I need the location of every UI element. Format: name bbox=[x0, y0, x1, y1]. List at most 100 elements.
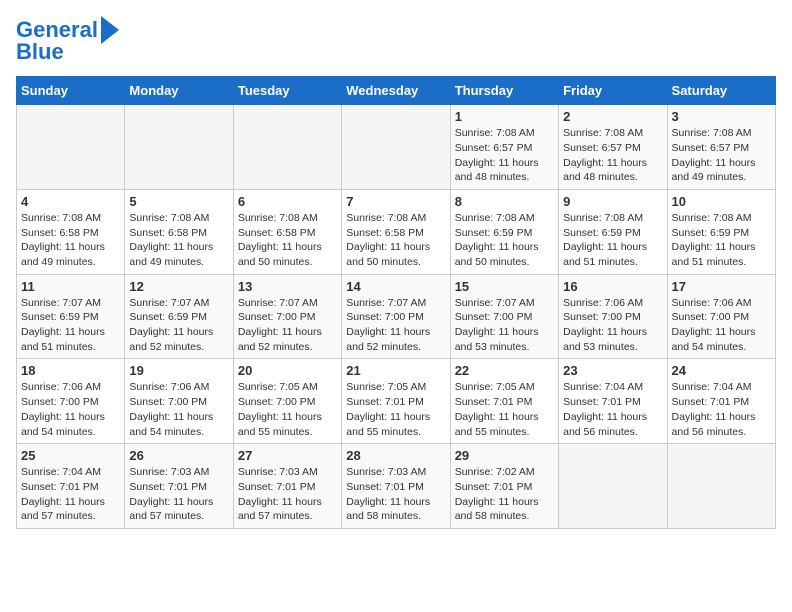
logo-blue-text: Blue bbox=[16, 40, 64, 64]
day-number: 27 bbox=[238, 448, 337, 463]
day-number: 24 bbox=[672, 363, 771, 378]
weekday-header-saturday: Saturday bbox=[667, 77, 775, 105]
day-info: Sunrise: 7:06 AMSunset: 7:00 PMDaylight:… bbox=[21, 380, 120, 439]
calendar-table: SundayMondayTuesdayWednesdayThursdayFrid… bbox=[16, 76, 776, 529]
day-number: 13 bbox=[238, 279, 337, 294]
day-number: 11 bbox=[21, 279, 120, 294]
weekday-header-monday: Monday bbox=[125, 77, 233, 105]
calendar-day-25: 25 Sunrise: 7:04 AMSunset: 7:01 PMDayligh… bbox=[17, 444, 125, 529]
calendar-day-23: 23 Sunrise: 7:04 AMSunset: 7:01 PMDayligh… bbox=[559, 359, 667, 444]
page-header: General Blue bbox=[16, 16, 776, 64]
calendar-day-21: 21 Sunrise: 7:05 AMSunset: 7:01 PMDayligh… bbox=[342, 359, 450, 444]
day-info: Sunrise: 7:04 AMSunset: 7:01 PMDaylight:… bbox=[563, 380, 662, 439]
weekday-header-sunday: Sunday bbox=[17, 77, 125, 105]
day-info: Sunrise: 7:08 AMSunset: 6:58 PMDaylight:… bbox=[346, 211, 445, 270]
day-info: Sunrise: 7:08 AMSunset: 6:58 PMDaylight:… bbox=[238, 211, 337, 270]
day-info: Sunrise: 7:02 AMSunset: 7:01 PMDaylight:… bbox=[455, 465, 554, 524]
weekday-header-tuesday: Tuesday bbox=[233, 77, 341, 105]
logo-arrow-icon bbox=[101, 16, 119, 44]
calendar-week-row: 11 Sunrise: 7:07 AMSunset: 6:59 PMDayligh… bbox=[17, 274, 776, 359]
calendar-week-row: 25 Sunrise: 7:04 AMSunset: 7:01 PMDayligh… bbox=[17, 444, 776, 529]
weekday-header-wednesday: Wednesday bbox=[342, 77, 450, 105]
day-number: 26 bbox=[129, 448, 228, 463]
day-number: 19 bbox=[129, 363, 228, 378]
calendar-day-28: 28 Sunrise: 7:03 AMSunset: 7:01 PMDayligh… bbox=[342, 444, 450, 529]
day-number: 20 bbox=[238, 363, 337, 378]
day-number: 17 bbox=[672, 279, 771, 294]
calendar-week-row: 1 Sunrise: 7:08 AMSunset: 6:57 PMDaylight… bbox=[17, 105, 776, 190]
day-info: Sunrise: 7:05 AMSunset: 7:00 PMDaylight:… bbox=[238, 380, 337, 439]
day-info: Sunrise: 7:03 AMSunset: 7:01 PMDaylight:… bbox=[346, 465, 445, 524]
day-info: Sunrise: 7:06 AMSunset: 7:00 PMDaylight:… bbox=[563, 296, 662, 355]
calendar-header-row: SundayMondayTuesdayWednesdayThursdayFrid… bbox=[17, 77, 776, 105]
day-number: 23 bbox=[563, 363, 662, 378]
day-number: 5 bbox=[129, 194, 228, 209]
calendar-day-8: 8 Sunrise: 7:08 AMSunset: 6:59 PMDaylight… bbox=[450, 189, 558, 274]
logo: General Blue bbox=[16, 16, 119, 64]
day-info: Sunrise: 7:08 AMSunset: 6:57 PMDaylight:… bbox=[563, 126, 662, 185]
day-info: Sunrise: 7:07 AMSunset: 7:00 PMDaylight:… bbox=[346, 296, 445, 355]
day-number: 15 bbox=[455, 279, 554, 294]
calendar-day-9: 9 Sunrise: 7:08 AMSunset: 6:59 PMDaylight… bbox=[559, 189, 667, 274]
day-number: 6 bbox=[238, 194, 337, 209]
day-number: 29 bbox=[455, 448, 554, 463]
weekday-header-thursday: Thursday bbox=[450, 77, 558, 105]
day-number: 25 bbox=[21, 448, 120, 463]
calendar-day-26: 26 Sunrise: 7:03 AMSunset: 7:01 PMDayligh… bbox=[125, 444, 233, 529]
calendar-day-1: 1 Sunrise: 7:08 AMSunset: 6:57 PMDaylight… bbox=[450, 105, 558, 190]
calendar-day-24: 24 Sunrise: 7:04 AMSunset: 7:01 PMDayligh… bbox=[667, 359, 775, 444]
day-info: Sunrise: 7:08 AMSunset: 6:58 PMDaylight:… bbox=[129, 211, 228, 270]
calendar-day-10: 10 Sunrise: 7:08 AMSunset: 6:59 PMDayligh… bbox=[667, 189, 775, 274]
calendar-day-16: 16Sunrise: 7:06 AMSunset: 7:00 PMDayligh… bbox=[559, 274, 667, 359]
day-info: Sunrise: 7:05 AMSunset: 7:01 PMDaylight:… bbox=[346, 380, 445, 439]
day-number: 22 bbox=[455, 363, 554, 378]
calendar-week-row: 4 Sunrise: 7:08 AMSunset: 6:58 PMDaylight… bbox=[17, 189, 776, 274]
calendar-empty-cell bbox=[667, 444, 775, 529]
day-info: Sunrise: 7:03 AMSunset: 7:01 PMDaylight:… bbox=[238, 465, 337, 524]
day-number: 14 bbox=[346, 279, 445, 294]
calendar-day-6: 6 Sunrise: 7:08 AMSunset: 6:58 PMDaylight… bbox=[233, 189, 341, 274]
day-number: 9 bbox=[563, 194, 662, 209]
day-number: 8 bbox=[455, 194, 554, 209]
calendar-empty-cell bbox=[125, 105, 233, 190]
day-number: 3 bbox=[672, 109, 771, 124]
day-number: 28 bbox=[346, 448, 445, 463]
day-info: Sunrise: 7:03 AMSunset: 7:01 PMDaylight:… bbox=[129, 465, 228, 524]
day-info: Sunrise: 7:08 AMSunset: 6:59 PMDaylight:… bbox=[455, 211, 554, 270]
calendar-day-11: 11 Sunrise: 7:07 AMSunset: 6:59 PMDayligh… bbox=[17, 274, 125, 359]
day-info: Sunrise: 7:06 AMSunset: 7:00 PMDaylight:… bbox=[672, 296, 771, 355]
weekday-header-friday: Friday bbox=[559, 77, 667, 105]
day-info: Sunrise: 7:07 AMSunset: 6:59 PMDaylight:… bbox=[129, 296, 228, 355]
calendar-day-4: 4 Sunrise: 7:08 AMSunset: 6:58 PMDaylight… bbox=[17, 189, 125, 274]
day-number: 21 bbox=[346, 363, 445, 378]
day-number: 10 bbox=[672, 194, 771, 209]
day-number: 12 bbox=[129, 279, 228, 294]
day-number: 4 bbox=[21, 194, 120, 209]
calendar-day-20: 20 Sunrise: 7:05 AMSunset: 7:00 PMDayligh… bbox=[233, 359, 341, 444]
calendar-day-19: 19 Sunrise: 7:06 AMSunset: 7:00 PMDayligh… bbox=[125, 359, 233, 444]
calendar-day-17: 17 Sunrise: 7:06 AMSunset: 7:00 PMDayligh… bbox=[667, 274, 775, 359]
calendar-day-29: 29 Sunrise: 7:02 AMSunset: 7:01 PMDayligh… bbox=[450, 444, 558, 529]
day-info: Sunrise: 7:08 AMSunset: 6:59 PMDaylight:… bbox=[672, 211, 771, 270]
calendar-day-5: 5 Sunrise: 7:08 AMSunset: 6:58 PMDaylight… bbox=[125, 189, 233, 274]
day-info: Sunrise: 7:04 AMSunset: 7:01 PMDaylight:… bbox=[672, 380, 771, 439]
day-info: Sunrise: 7:06 AMSunset: 7:00 PMDaylight:… bbox=[129, 380, 228, 439]
day-info: Sunrise: 7:07 AMSunset: 6:59 PMDaylight:… bbox=[21, 296, 120, 355]
day-number: 7 bbox=[346, 194, 445, 209]
calendar-day-7: 7 Sunrise: 7:08 AMSunset: 6:58 PMDaylight… bbox=[342, 189, 450, 274]
day-number: 1 bbox=[455, 109, 554, 124]
calendar-empty-cell bbox=[559, 444, 667, 529]
calendar-day-15: 15Sunrise: 7:07 AMSunset: 7:00 PMDayligh… bbox=[450, 274, 558, 359]
day-info: Sunrise: 7:08 AMSunset: 6:57 PMDaylight:… bbox=[455, 126, 554, 185]
calendar-day-3: 3Sunrise: 7:08 AMSunset: 6:57 PMDaylight… bbox=[667, 105, 775, 190]
day-info: Sunrise: 7:08 AMSunset: 6:58 PMDaylight:… bbox=[21, 211, 120, 270]
calendar-day-18: 18Sunrise: 7:06 AMSunset: 7:00 PMDayligh… bbox=[17, 359, 125, 444]
calendar-week-row: 18Sunrise: 7:06 AMSunset: 7:00 PMDayligh… bbox=[17, 359, 776, 444]
day-info: Sunrise: 7:08 AMSunset: 6:59 PMDaylight:… bbox=[563, 211, 662, 270]
calendar-day-22: 22Sunrise: 7:05 AMSunset: 7:01 PMDayligh… bbox=[450, 359, 558, 444]
day-info: Sunrise: 7:04 AMSunset: 7:01 PMDaylight:… bbox=[21, 465, 120, 524]
calendar-day-27: 27 Sunrise: 7:03 AMSunset: 7:01 PMDayligh… bbox=[233, 444, 341, 529]
calendar-day-12: 12 Sunrise: 7:07 AMSunset: 6:59 PMDayligh… bbox=[125, 274, 233, 359]
calendar-day-13: 13 Sunrise: 7:07 AMSunset: 7:00 PMDayligh… bbox=[233, 274, 341, 359]
day-info: Sunrise: 7:07 AMSunset: 7:00 PMDaylight:… bbox=[238, 296, 337, 355]
